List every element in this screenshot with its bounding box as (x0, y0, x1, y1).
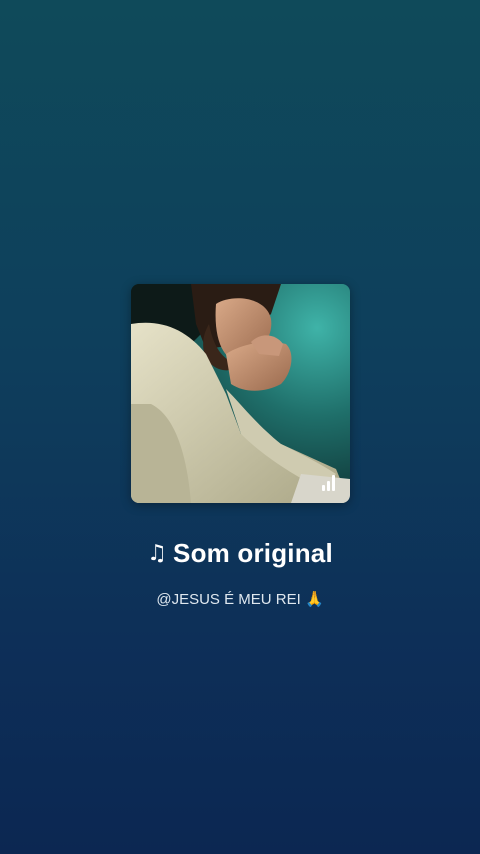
music-note-icon: ♫ (147, 541, 168, 566)
album-artwork[interactable] (131, 284, 350, 503)
sound-title: ♫ Som original (0, 538, 480, 569)
equalizer-bars-icon (322, 475, 338, 491)
sound-title-text: Som original (173, 538, 333, 568)
praying-figure-image (131, 284, 350, 503)
sound-author-link[interactable]: @JESUS É MEU REI 🙏 (0, 590, 480, 608)
